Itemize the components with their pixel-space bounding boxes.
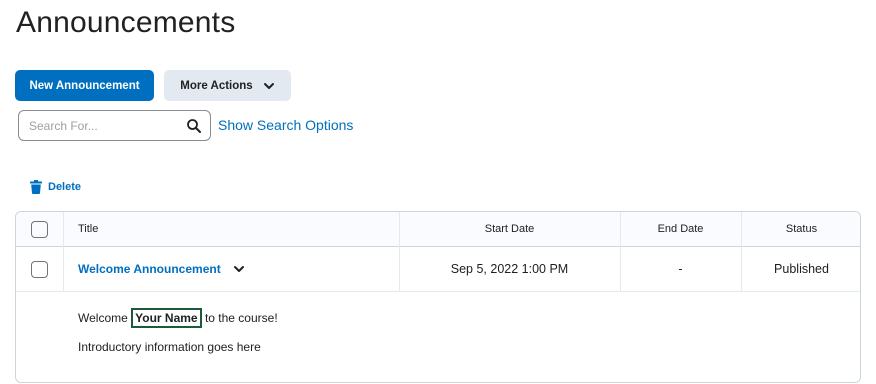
column-divider [620,212,621,292]
chevron-down-icon[interactable] [233,263,245,275]
column-header-start-date[interactable]: Start Date [399,212,620,246]
highlighted-name: Your Name [131,308,202,328]
trash-icon [30,180,42,194]
column-header-end-date[interactable]: End Date [620,212,741,246]
end-date-value: - [678,262,683,276]
status-cell: Published [741,247,860,291]
column-divider [399,212,400,292]
new-announcement-button[interactable]: New Announcement [15,70,154,101]
more-actions-label: More Actions [180,79,253,92]
table-header: Title Start Date End Date Status [16,212,860,247]
intro-text: Introductory information goes here [78,340,261,354]
delete-button[interactable]: Delete [30,180,81,194]
start-date-cell: Sep 5, 2022 1:00 PM [399,247,620,291]
announcement-title-link[interactable]: Welcome Announcement [78,262,221,276]
show-search-options-link[interactable]: Show Search Options [218,117,353,133]
row-select-cell [16,247,63,291]
welcome-prefix: Welcome [78,311,132,325]
start-date-value: Sep 5, 2022 1:00 PM [450,262,569,276]
column-divider [63,212,64,292]
delete-label: Delete [48,181,82,193]
select-all-cell [16,212,63,246]
search-box [18,110,211,141]
status-value: Published [774,262,829,276]
search-icon[interactable] [186,118,202,134]
column-divider [741,212,742,292]
column-header-title[interactable]: Title [78,212,98,246]
column-header-status[interactable]: Status [741,212,860,246]
page-title: Announcements [16,6,236,39]
chevron-down-icon [263,82,274,89]
more-actions-button[interactable]: More Actions [164,70,291,101]
announcement-body: Welcome Your Name to the course! Introdu… [16,292,860,382]
title-cell: Welcome Announcement [78,247,245,291]
announcements-table: Title Start Date End Date Status Welcome… [15,211,861,383]
end-date-cell: - [620,247,741,291]
welcome-line: Welcome Your Name to the course! [78,308,278,328]
row-checkbox[interactable] [31,260,48,278]
select-all-checkbox[interactable] [31,220,48,238]
welcome-suffix: to the course! [201,311,278,325]
search-input[interactable] [29,117,179,135]
table-row: Welcome Announcement Sep 5, 2022 1:00 PM… [16,247,860,292]
